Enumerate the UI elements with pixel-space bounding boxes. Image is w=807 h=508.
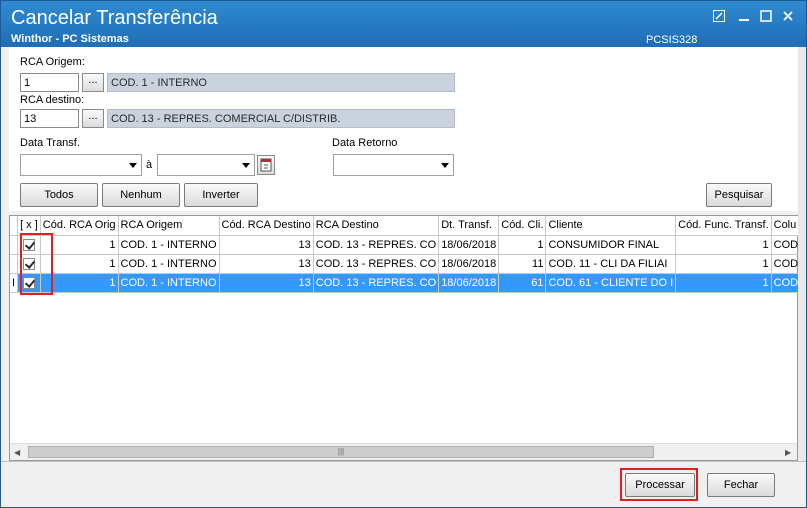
cell: 13: [219, 273, 314, 293]
cell: COD. 1 - INTERNO: [118, 254, 220, 274]
cell: COD. 13 - REPRES. CO: [313, 254, 440, 274]
row-indicator-header: [10, 216, 19, 236]
column-header[interactable]: Cód. RCA Destino: [219, 216, 314, 236]
title-bar: Cancelar Transferência Winthor - PC Sist…: [1, 1, 806, 47]
rca-destino-lookup-button[interactable]: ...: [82, 109, 104, 128]
column-header[interactable]: Cód. Func. Transf.: [675, 216, 772, 236]
row-indicator: [10, 254, 19, 274]
horizontal-scrollbar[interactable]: ◀ ||| ▶: [10, 443, 797, 460]
data-transf-end-combo[interactable]: [157, 154, 255, 176]
restore-icon[interactable]: [758, 9, 774, 23]
column-header[interactable]: RCA Origem: [118, 216, 220, 236]
results-grid: [ x ] Cód. RCA Orig RCA Origem Cód. RCA …: [9, 215, 802, 461]
todos-button[interactable]: Todos: [20, 183, 98, 207]
row-indicator: I: [10, 273, 19, 293]
inverter-button[interactable]: Inverter: [184, 183, 258, 207]
nenhum-button[interactable]: Nenhum: [102, 183, 180, 207]
cell: 11: [498, 254, 547, 274]
processar-highlight-box: [620, 468, 698, 501]
rca-origem-description: COD. 1 - INTERNO: [107, 73, 455, 92]
table-row[interactable]: 1 COD. 1 - INTERNO 13 COD. 13 - REPRES. …: [10, 254, 802, 274]
cell: COD: [771, 254, 802, 274]
column-header[interactable]: Cliente: [545, 216, 677, 236]
cell: 18/06/2018: [438, 235, 500, 255]
scroll-left-icon[interactable]: ◀: [14, 448, 20, 457]
cell: COD: [771, 273, 802, 293]
chevron-down-icon: [441, 163, 449, 168]
cell: CONSUMIDOR FINAL: [545, 235, 677, 255]
table-row-selected[interactable]: I 1 COD. 1 - INTERNO 13 COD. 13 - REPRES…: [10, 273, 802, 293]
program-code: PCSIS328: [646, 34, 698, 46]
minimize-icon[interactable]: [736, 9, 752, 23]
data-retorno-combo[interactable]: [333, 154, 454, 176]
rca-destino-input[interactable]: [20, 109, 79, 128]
chevron-down-icon: [129, 163, 137, 168]
cell: COD. 11 - CLI DA FILIAI: [545, 254, 677, 274]
window: Cancelar Transferência Winthor - PC Sist…: [0, 0, 807, 508]
table-header: [ x ] Cód. RCA Orig RCA Origem Cód. RCA …: [10, 216, 802, 236]
footer-bar: Processar Fechar: [1, 461, 806, 507]
scroll-right-icon[interactable]: ▶: [785, 448, 791, 457]
cell: 61: [498, 273, 547, 293]
window-subtitle: Winthor - PC Sistemas: [11, 33, 129, 45]
cell: 1: [498, 235, 547, 255]
cell: COD. 1 - INTERNO: [118, 273, 220, 293]
window-title: Cancelar Transferência: [11, 7, 218, 29]
cell: 13: [219, 235, 314, 255]
pesquisar-button[interactable]: Pesquisar: [706, 183, 772, 207]
cell: COD: [771, 235, 802, 255]
column-header[interactable]: Colu: [771, 216, 802, 236]
rca-origem-input[interactable]: [20, 73, 79, 92]
cell: COD. 61 - CLIENTE DO I: [545, 273, 677, 293]
cell: 1: [675, 273, 772, 293]
column-header[interactable]: Cód. Cli.: [498, 216, 547, 236]
results-table: [ x ] Cód. RCA Orig RCA Origem Cód. RCA …: [10, 216, 802, 293]
date-range-separator: à: [146, 159, 153, 171]
chevron-down-icon: [242, 163, 250, 168]
data-transf-start-combo[interactable]: [20, 154, 142, 176]
filter-panel: RCA Origem: ... COD. 1 - INTERNO RCA des…: [9, 47, 798, 211]
data-retorno-label: Data Retorno: [332, 137, 398, 149]
cell: COD. 13 - REPRES. CO: [313, 273, 440, 293]
rca-destino-description: COD. 13 - REPRES. COMERCIAL C/DISTRIB.: [107, 109, 455, 128]
rca-origem-lookup-button[interactable]: ...: [82, 73, 104, 92]
scrollbar-thumb[interactable]: |||: [28, 446, 654, 458]
fechar-button[interactable]: Fechar: [707, 473, 775, 497]
calendar-icon[interactable]: [257, 155, 275, 175]
data-transf-label: Data Transf.: [20, 137, 80, 149]
vertical-scrollbar[interactable]: [798, 47, 806, 461]
cell: 1: [675, 235, 772, 255]
checkbox-highlight-box: [20, 233, 53, 295]
rca-destino-label: RCA destino:: [20, 94, 85, 106]
column-header[interactable]: RCA Destino: [313, 216, 440, 236]
rca-origem-label: RCA Origem:: [20, 56, 85, 68]
column-header[interactable]: Dt. Transf.: [438, 216, 500, 236]
row-indicator: [10, 235, 19, 255]
maximize-icon[interactable]: [711, 9, 727, 23]
cell: 13: [219, 254, 314, 274]
cell: COD. 13 - REPRES. CO: [313, 235, 440, 255]
cell: COD. 1 - INTERNO: [118, 235, 220, 255]
table-row[interactable]: 1 COD. 1 - INTERNO 13 COD. 13 - REPRES. …: [10, 235, 802, 255]
cell: 18/06/2018: [438, 273, 500, 293]
cell: 18/06/2018: [438, 254, 500, 274]
close-icon[interactable]: [780, 9, 796, 23]
cell: 1: [675, 254, 772, 274]
